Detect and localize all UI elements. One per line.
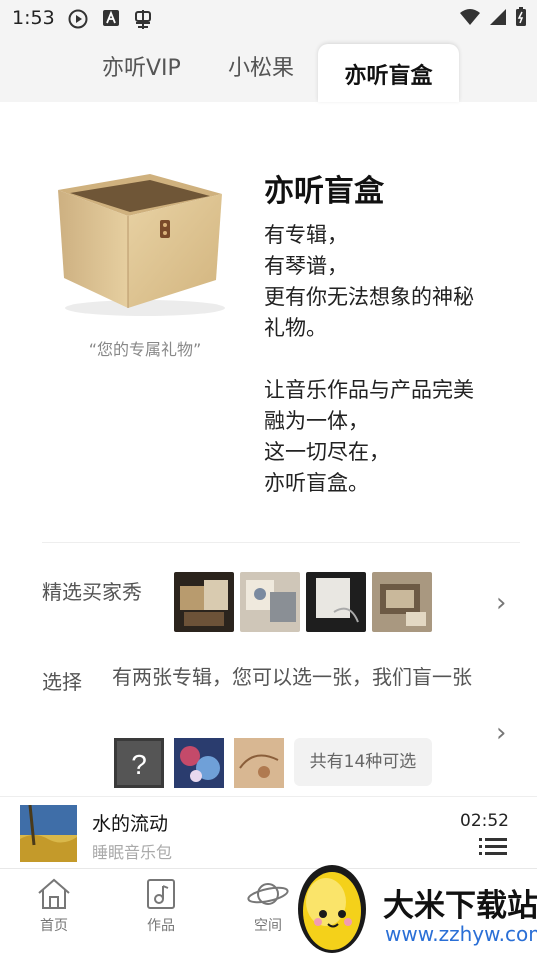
- buyer-photo[interactable]: [174, 572, 234, 632]
- nav-works[interactable]: 作品: [121, 877, 201, 935]
- status-icons: [459, 7, 527, 27]
- nav-home[interactable]: 首页: [14, 877, 94, 935]
- intro-line: 融为一体，: [264, 409, 369, 433]
- buyer-show-label: 精选买家秀: [42, 580, 142, 604]
- music-note-icon: [147, 879, 175, 909]
- track-cover: [20, 805, 77, 862]
- intro-line: [264, 344, 514, 375]
- intro-line: 礼物。: [264, 316, 327, 340]
- gift-caption: “您的专属礼物”: [88, 340, 202, 359]
- app-a-icon: [103, 10, 119, 26]
- intro-line: 亦听盲盒。: [264, 471, 369, 495]
- intro-line: 更有你无法想象的神秘: [264, 285, 474, 309]
- intro-title: 亦听盲盒: [264, 174, 384, 209]
- tab-blind-box[interactable]: 亦听盲盒: [318, 44, 459, 102]
- intro-body: 有专辑， 有琴谱， 更有你无法想象的神秘 礼物。 让音乐作品与产品完美 融为一体…: [264, 220, 514, 499]
- watermark-name: 大米下载站: [383, 888, 537, 924]
- track-time: 02:52: [460, 811, 509, 831]
- buyer-photo[interactable]: [306, 572, 366, 632]
- play-circle-icon: [68, 9, 88, 29]
- watermark-url: www.zzhyw.com: [385, 922, 537, 946]
- buyer-photo[interactable]: [240, 572, 300, 632]
- choose-label: 选择: [42, 670, 82, 694]
- choose-description: 有两张专辑，您可以选一张，我们盲一张: [112, 665, 472, 689]
- playlist-icon[interactable]: [479, 837, 507, 857]
- tab-blind-box-label: 亦听盲盒: [344, 64, 433, 89]
- tab-xiaosongguo[interactable]: 小松果: [228, 50, 294, 82]
- bug-icon: [135, 10, 151, 29]
- intro-line: 有琴谱，: [264, 254, 348, 278]
- buyer-photo[interactable]: [372, 572, 432, 632]
- intro-line: 有专辑，: [264, 223, 348, 247]
- svg-text:?: ?: [131, 749, 147, 780]
- track-album: 睡眠音乐包: [92, 843, 173, 862]
- buyer-show-chevron-right-icon[interactable]: ›: [496, 588, 506, 618]
- nav-works-label: 作品: [147, 918, 175, 934]
- status-bar: 1:53: [0, 0, 537, 38]
- planet-icon: [247, 883, 289, 905]
- tab-bar: 亦听VIP 小松果 亦听盲盒: [0, 38, 537, 102]
- track-title: 水的流动: [92, 813, 169, 835]
- nav-home-label: 首页: [40, 918, 68, 934]
- album-cover[interactable]: [234, 738, 284, 788]
- wooden-box-image: [58, 174, 225, 316]
- mystery-album-icon[interactable]: ?: [114, 738, 164, 788]
- signal-icon: [490, 9, 506, 25]
- intro-line: 这一切尽在，: [264, 440, 390, 464]
- tab-vip[interactable]: 亦听VIP: [102, 50, 181, 82]
- mini-player[interactable]: 水的流动 睡眠音乐包 02:52: [0, 796, 537, 868]
- option-count-badge[interactable]: 共有14种可选: [294, 738, 432, 786]
- battery-icon: [516, 7, 526, 26]
- status-time: 1:53: [12, 7, 55, 29]
- home-icon: [38, 878, 70, 909]
- intro-line: 让音乐作品与产品完美: [264, 378, 474, 402]
- divider: [42, 542, 520, 543]
- wifi-icon: [460, 9, 480, 25]
- choose-chevron-right-icon[interactable]: ›: [496, 718, 506, 748]
- album-cover[interactable]: [174, 738, 224, 788]
